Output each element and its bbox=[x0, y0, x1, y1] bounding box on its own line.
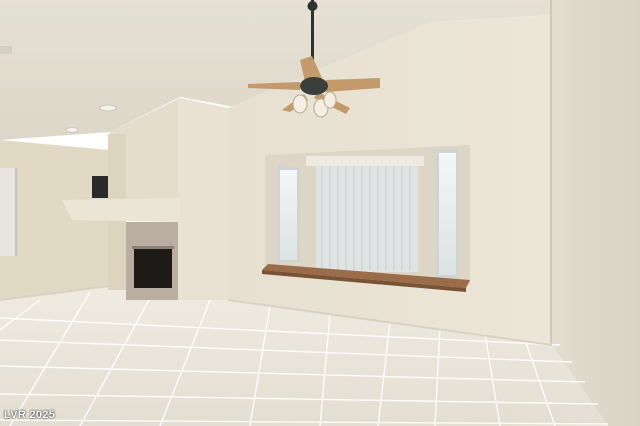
window-blinds bbox=[316, 162, 418, 272]
recessed-light bbox=[65, 127, 79, 133]
photo-watermark: LVR 2025 bbox=[4, 409, 56, 421]
recessed-light bbox=[99, 104, 117, 112]
tv-on-mantel bbox=[92, 176, 108, 198]
room-illustration bbox=[0, 0, 640, 426]
mantel-shelf bbox=[62, 198, 180, 222]
air-vent bbox=[0, 46, 12, 54]
bay-window bbox=[262, 145, 470, 292]
left-window-blind bbox=[0, 168, 16, 256]
living-room-photo: LVR 2025 bbox=[0, 0, 640, 426]
fireplace-opening bbox=[134, 248, 172, 288]
